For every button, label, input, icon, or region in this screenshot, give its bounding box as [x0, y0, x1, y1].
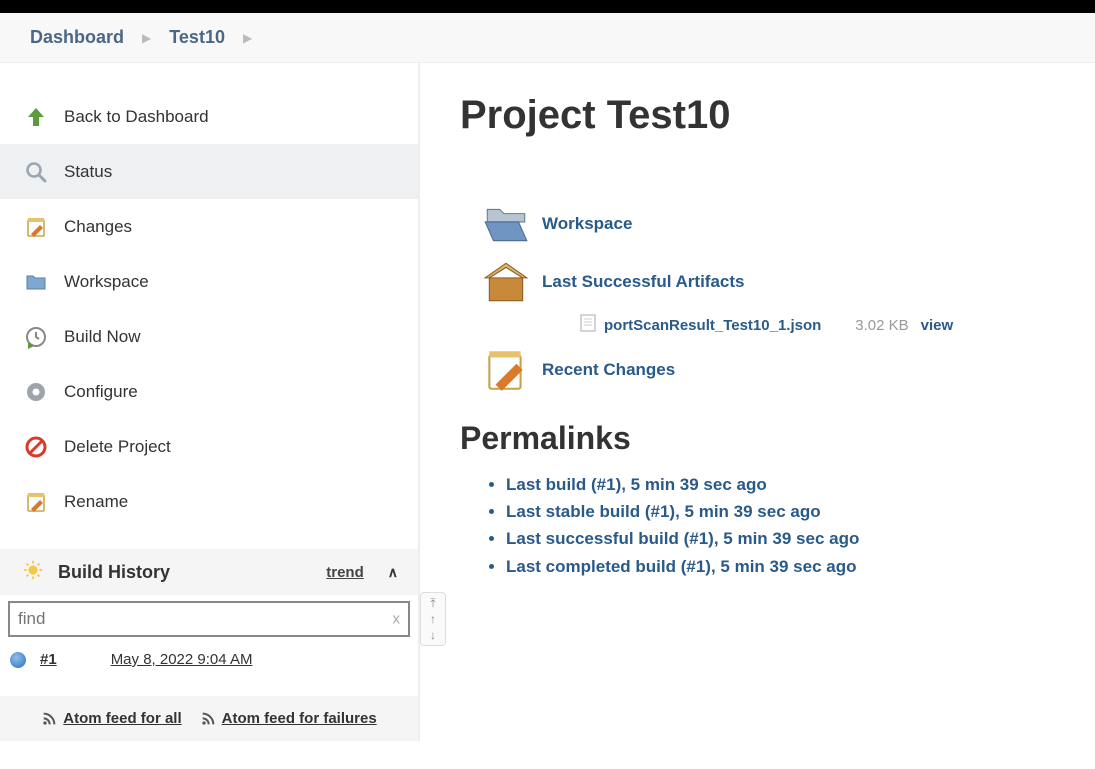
- package-icon: [480, 256, 532, 308]
- rss-icon: [41, 711, 57, 727]
- sidebar-item-configure[interactable]: Configure: [0, 364, 418, 419]
- feed-label: Atom feed for all: [63, 710, 181, 727]
- recent-changes-link[interactable]: Recent Changes: [542, 360, 675, 380]
- build-row[interactable]: #1 May 8, 2022 9:04 AM: [0, 643, 418, 676]
- file-icon: [580, 314, 596, 336]
- find-input-wrap: x: [8, 601, 410, 637]
- arrow-up-icon[interactable]: ↑: [430, 613, 436, 625]
- sidebar-item-label: Changes: [64, 217, 132, 237]
- scroll-widget[interactable]: ⤒ ↑ ↓: [420, 592, 446, 646]
- build-history-title: Build History: [58, 562, 312, 583]
- workspace-link[interactable]: Workspace: [542, 214, 632, 234]
- permalink-last-successful-build[interactable]: Last successful build (#1), 5 min 39 sec…: [506, 525, 1055, 552]
- artifact-row: portScanResult_Test10_1.json 3.02 KB vie…: [580, 314, 1055, 336]
- notepad-pencil-icon: [480, 344, 532, 396]
- artifact-size: 3.02 KB: [855, 317, 908, 334]
- permalink-last-completed-build[interactable]: Last completed build (#1), 5 min 39 sec …: [506, 553, 1055, 580]
- chevron-up-icon[interactable]: ∧: [388, 564, 398, 581]
- build-history-header: Build History trend ∧: [0, 549, 418, 595]
- permalinks-heading: Permalinks: [460, 420, 1055, 457]
- sidebar-item-label: Build Now: [64, 327, 141, 347]
- atom-feed-all[interactable]: Atom feed for all: [41, 710, 181, 727]
- breadcrumb-project[interactable]: Test10: [169, 27, 225, 48]
- arrow-up-bar-icon[interactable]: ⤒: [430, 597, 435, 609]
- build-status-ball-icon: [10, 652, 26, 668]
- sidebar-item-label: Workspace: [64, 272, 149, 292]
- recent-changes-link-row: Recent Changes: [480, 344, 1055, 396]
- breadcrumb-dashboard[interactable]: Dashboard: [30, 27, 124, 48]
- permalink-last-build[interactable]: Last build (#1), 5 min 39 sec ago: [506, 471, 1055, 498]
- artifact-view-link[interactable]: view: [921, 317, 954, 334]
- prohibited-icon: [22, 433, 50, 461]
- artifacts-link-row: Last Successful Artifacts: [480, 256, 1055, 308]
- feed-label: Atom feed for failures: [222, 710, 377, 727]
- sidebar: Back to Dashboard Status Changes Workspa…: [0, 63, 420, 741]
- main-content: Project Test10 Workspace Last Successful…: [420, 63, 1095, 741]
- atom-feed-failures[interactable]: Atom feed for failures: [200, 710, 377, 727]
- sidebar-item-label: Back to Dashboard: [64, 107, 209, 127]
- notepad-icon: [22, 488, 50, 516]
- sidebar-item-status[interactable]: Status: [0, 144, 418, 199]
- build-number[interactable]: #1: [40, 651, 57, 668]
- sidebar-item-changes[interactable]: Changes: [0, 199, 418, 254]
- gear-icon: [22, 378, 50, 406]
- up-arrow-icon: [22, 103, 50, 131]
- chevron-right-icon: ▶: [142, 31, 151, 45]
- rss-icon: [200, 711, 216, 727]
- sidebar-item-label: Status: [64, 162, 112, 182]
- artifacts-link[interactable]: Last Successful Artifacts: [542, 272, 745, 292]
- arrow-down-icon[interactable]: ↓: [430, 629, 436, 641]
- top-bar: [0, 0, 1095, 13]
- notepad-icon: [22, 213, 50, 241]
- sidebar-item-delete-project[interactable]: Delete Project: [0, 419, 418, 474]
- folder-icon: [22, 268, 50, 296]
- sidebar-item-build-now[interactable]: Build Now: [0, 309, 418, 364]
- sidebar-item-label: Configure: [64, 382, 138, 402]
- feeds-bar: Atom feed for all Atom feed for failures: [0, 696, 418, 741]
- sidebar-item-label: Delete Project: [64, 437, 171, 457]
- sun-icon: [22, 559, 44, 585]
- permalinks-list: Last build (#1), 5 min 39 sec ago Last s…: [460, 471, 1055, 580]
- chevron-right-icon: ▶: [243, 31, 252, 45]
- sidebar-item-rename[interactable]: Rename: [0, 474, 418, 529]
- permalink-last-stable-build[interactable]: Last stable build (#1), 5 min 39 sec ago: [506, 498, 1055, 525]
- find-input[interactable]: [10, 603, 408, 635]
- page-title: Project Test10: [460, 93, 1055, 138]
- breadcrumb: Dashboard ▶ Test10 ▶: [0, 13, 1095, 63]
- build-datetime[interactable]: May 8, 2022 9:04 AM: [111, 651, 253, 668]
- clock-play-icon: [22, 323, 50, 351]
- clear-icon[interactable]: x: [393, 611, 401, 628]
- sidebar-item-workspace[interactable]: Workspace: [0, 254, 418, 309]
- folder-open-icon: [480, 198, 532, 250]
- trend-link[interactable]: trend: [326, 564, 364, 581]
- sidebar-item-back-to-dashboard[interactable]: Back to Dashboard: [0, 89, 418, 144]
- sidebar-item-label: Rename: [64, 492, 128, 512]
- workspace-link-row: Workspace: [480, 198, 1055, 250]
- artifact-filename[interactable]: portScanResult_Test10_1.json: [604, 317, 821, 334]
- search-icon: [22, 158, 50, 186]
